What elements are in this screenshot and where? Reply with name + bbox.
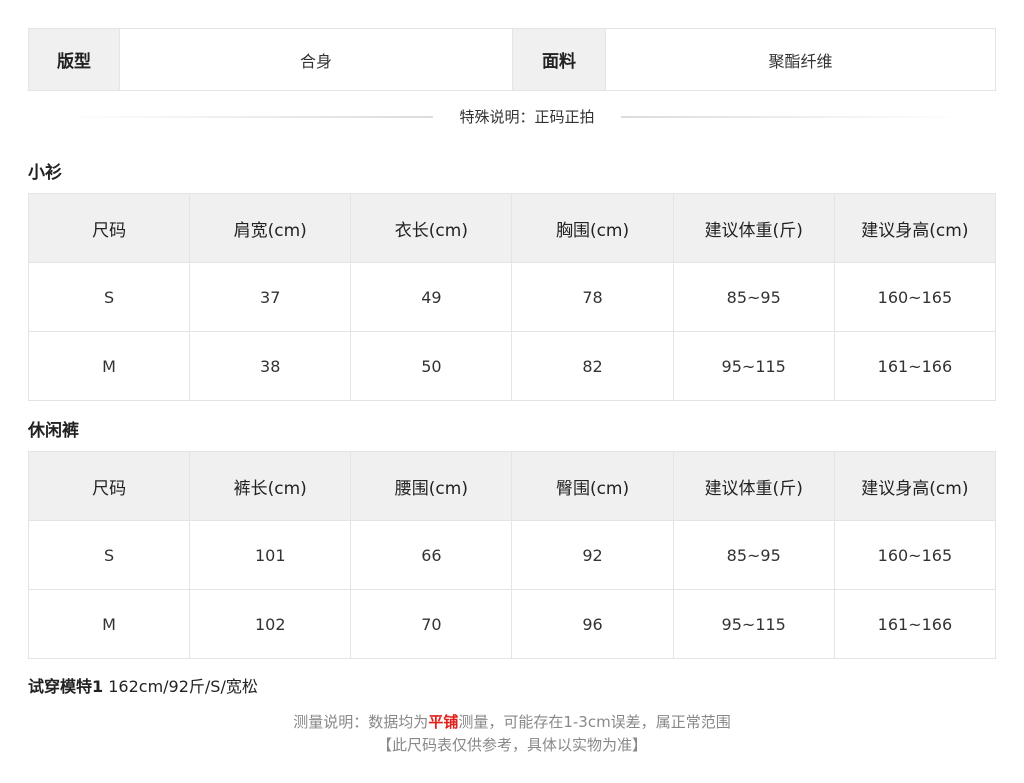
divider-right bbox=[621, 116, 966, 118]
top-section-title: 小衫 bbox=[28, 163, 62, 183]
fit-label: 版型 bbox=[29, 29, 119, 90]
model-label: 试穿模特1 bbox=[28, 677, 104, 696]
divider-left bbox=[58, 116, 433, 118]
table-header-row: 尺码 裤长(cm) 腰围(cm) 臀围(cm) 建议体重(斤) 建议身高(cm) bbox=[27, 451, 997, 521]
special-note-text: 特殊说明：正码正拍 bbox=[459, 108, 595, 126]
special-note: 特殊说明：正码正拍 bbox=[28, 104, 996, 130]
header-cell: 尺码 bbox=[27, 193, 191, 263]
table-cell: S bbox=[27, 262, 191, 332]
header-cell: 肩宽(cm) bbox=[189, 193, 352, 263]
table-row: S 101 66 92 85~95 160~165 bbox=[27, 520, 997, 590]
disclaimer: 【此尺码表仅供参考，具体以实物为准】 bbox=[376, 736, 647, 754]
table-cell: M bbox=[27, 331, 191, 401]
table-cell: 50 bbox=[350, 331, 513, 401]
table-cell: M bbox=[27, 589, 191, 659]
header-cell: 臀围(cm) bbox=[511, 451, 674, 521]
table-cell: 95~115 bbox=[672, 589, 835, 659]
measurement-note: 测量说明：数据均为平铺测量，可能存在1-3cm误差，属正常范围 bbox=[0, 711, 1024, 732]
product-info-table: 版型 合身 面料 聚酯纤维 bbox=[28, 28, 996, 91]
fabric-label: 面料 bbox=[512, 29, 605, 90]
table-cell: 96 bbox=[511, 589, 674, 659]
header-cell: 建议体重(斤) bbox=[672, 193, 835, 263]
table-cell: 82 bbox=[511, 331, 674, 401]
table-header-row: 尺码 肩宽(cm) 衣长(cm) 胸围(cm) 建议体重(斤) 建议身高(cm) bbox=[27, 193, 997, 263]
pants-section-title: 休闲裤 bbox=[28, 421, 79, 441]
table-cell: 85~95 bbox=[672, 520, 835, 590]
table-row: M 38 50 82 95~115 161~166 bbox=[27, 331, 997, 401]
header-cell: 裤长(cm) bbox=[189, 451, 352, 521]
table-cell: 160~165 bbox=[833, 520, 997, 590]
table-cell: 49 bbox=[350, 262, 513, 332]
model-value: 162cm/92斤/S/宽松 bbox=[108, 677, 258, 696]
measurement-note-suffix: 测量，可能存在1-3cm误差，属正常范围 bbox=[458, 713, 731, 731]
header-cell: 尺码 bbox=[27, 451, 191, 521]
header-cell: 建议体重(斤) bbox=[672, 451, 835, 521]
measurement-note-highlight: 平铺 bbox=[428, 713, 459, 731]
pants-size-table: 尺码 裤长(cm) 腰围(cm) 臀围(cm) 建议体重(斤) 建议身高(cm)… bbox=[27, 451, 997, 659]
table-cell: 95~115 bbox=[672, 331, 835, 401]
table-cell: 37 bbox=[189, 262, 352, 332]
model-info: 试穿模特1 162cm/92斤/S/宽松 bbox=[28, 673, 258, 697]
header-cell: 腰围(cm) bbox=[350, 451, 513, 521]
header-cell: 胸围(cm) bbox=[511, 193, 674, 263]
table-cell: 66 bbox=[350, 520, 513, 590]
table-row: M 102 70 96 95~115 161~166 bbox=[27, 589, 997, 659]
table-cell: 70 bbox=[350, 589, 513, 659]
table-cell: 160~165 bbox=[833, 262, 997, 332]
table-cell: 161~166 bbox=[833, 331, 997, 401]
table-cell: 101 bbox=[189, 520, 352, 590]
table-cell: 38 bbox=[189, 331, 352, 401]
table-row: S 37 49 78 85~95 160~165 bbox=[27, 262, 997, 332]
fit-value: 合身 bbox=[119, 29, 512, 90]
fabric-value: 聚酯纤维 bbox=[605, 29, 995, 90]
header-cell: 建议身高(cm) bbox=[833, 451, 997, 521]
table-cell: S bbox=[27, 520, 191, 590]
measurement-note-prefix: 测量说明：数据均为 bbox=[293, 713, 429, 731]
table-cell: 85~95 bbox=[672, 262, 835, 332]
table-cell: 78 bbox=[511, 262, 674, 332]
top-size-table: 尺码 肩宽(cm) 衣长(cm) 胸围(cm) 建议体重(斤) 建议身高(cm)… bbox=[27, 193, 997, 401]
table-cell: 161~166 bbox=[833, 589, 997, 659]
table-cell: 92 bbox=[511, 520, 674, 590]
table-cell: 102 bbox=[189, 589, 352, 659]
header-cell: 衣长(cm) bbox=[350, 193, 513, 263]
header-cell: 建议身高(cm) bbox=[833, 193, 997, 263]
